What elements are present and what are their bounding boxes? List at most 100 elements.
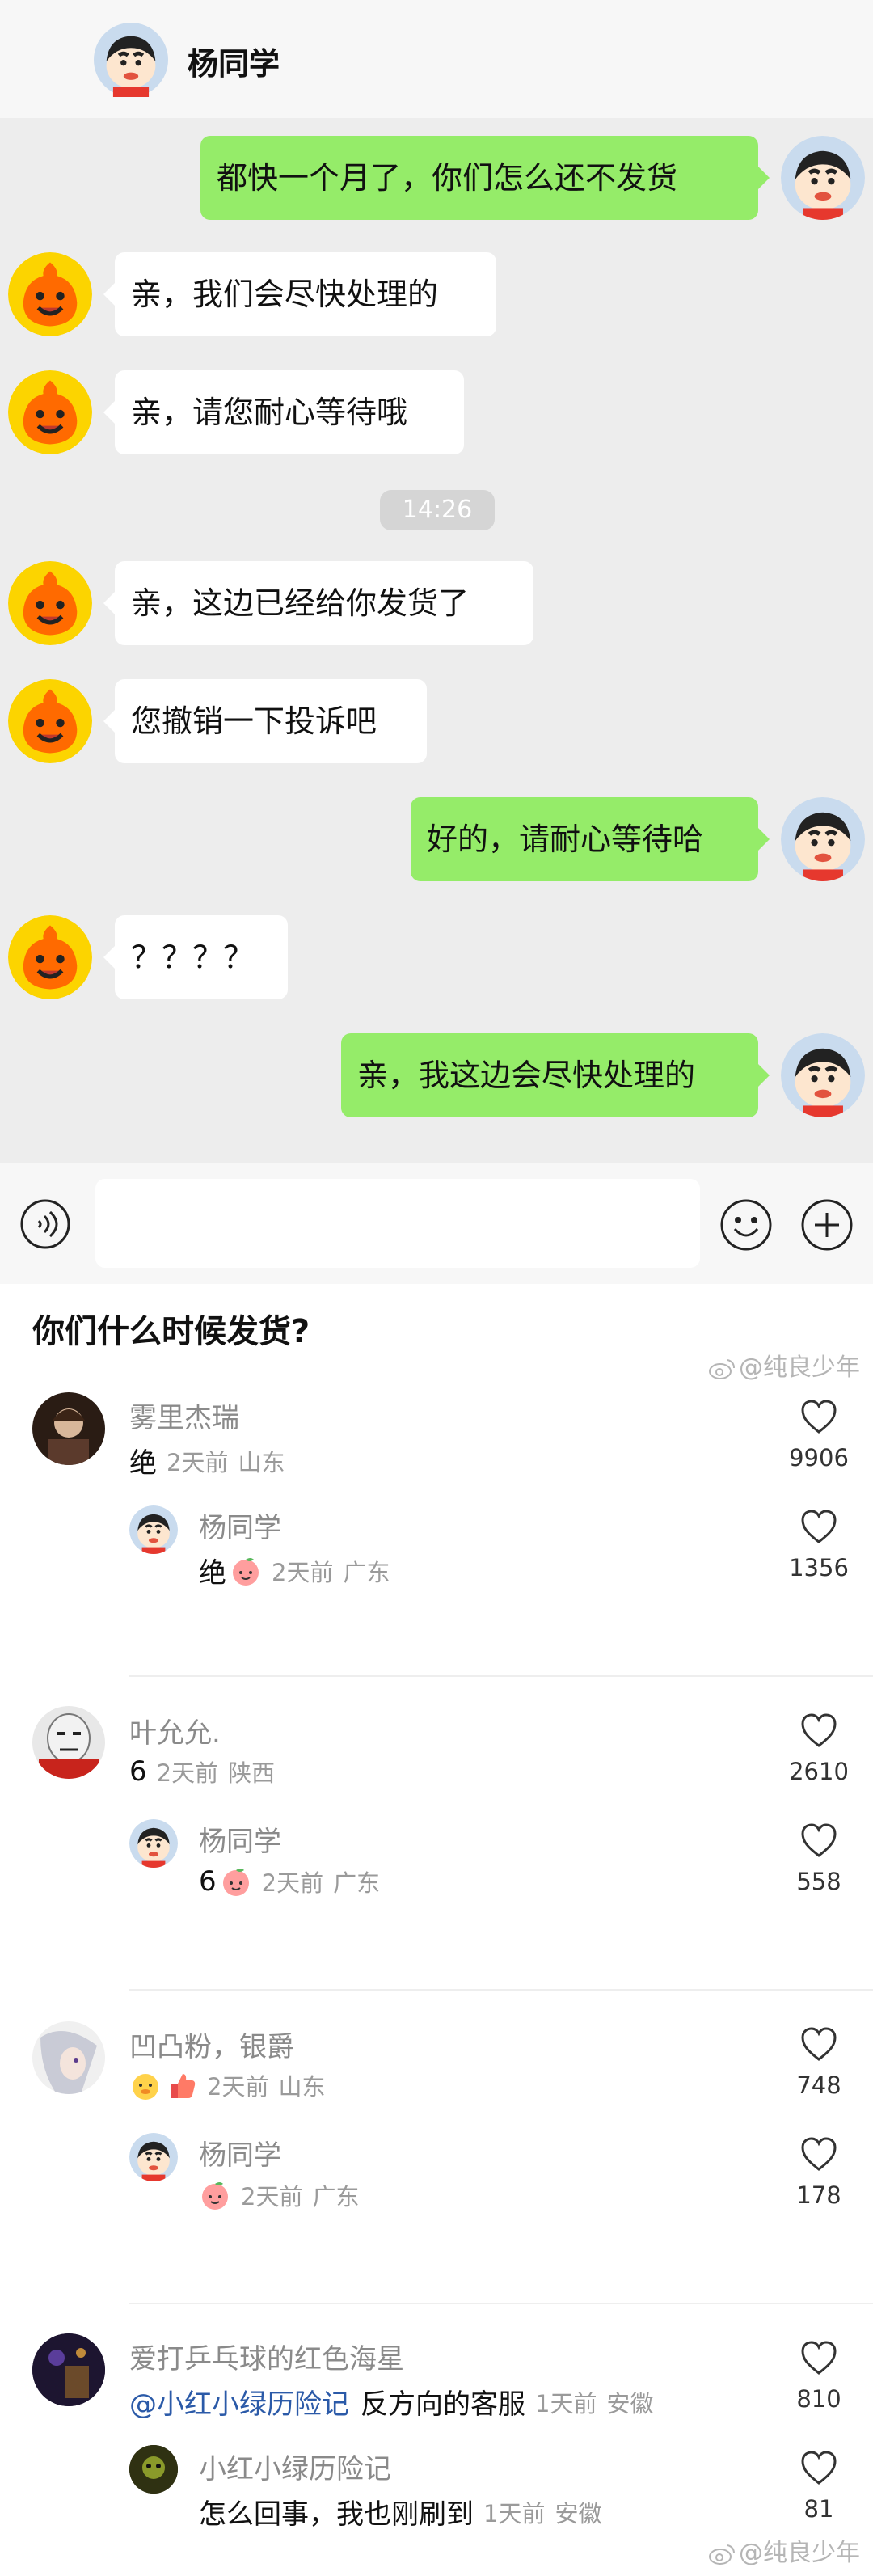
contact-avatar[interactable] [94,23,168,97]
message-row: 您撤销一下投诉吧 [0,679,873,763]
peach-emoji-icon [199,2179,231,2211]
commenter-avatar[interactable] [32,2021,105,2094]
message-row: ？？？？ [0,915,873,999]
comment-location: 山东 [238,1448,285,1476]
weibo-icon [709,1358,735,1379]
reply-body[interactable]: 2天前 广东 [199,2178,359,2212]
chat-timestamp: 14:26 [380,490,495,530]
reply-avatar[interactable] [129,2133,178,2181]
reply-text: 怎么回事，我也刚刷到 [199,2498,474,2531]
message-input[interactable] [95,1179,700,1268]
message-bubble-incoming[interactable]: 您撤销一下投诉吧 [103,679,427,763]
commenter-avatar[interactable] [32,2333,105,2406]
like-heart-icon[interactable] [800,2340,837,2375]
like-heart-icon[interactable] [800,1399,837,1434]
message-row: 亲，请您耐心等待哦 [0,370,873,454]
my-avatar[interactable] [781,1033,865,1117]
reply-location: 广东 [312,2183,360,2211]
reply-avatar[interactable] [129,1819,178,1868]
message-bubble-incoming[interactable]: 亲，这边已经给你发货了 [103,561,534,645]
comment-location: 安徽 [606,2389,654,2418]
comment-text: 反方向的客服 [361,2388,525,2421]
comment-body[interactable]: 绝 2天前 山东 [129,1441,285,1480]
my-avatar[interactable] [781,136,865,220]
like-heart-icon[interactable] [800,1712,837,1748]
reply-body[interactable]: 绝 2天前 广东 [199,1551,390,1590]
peach-emoji-icon [220,1865,252,1898]
comment-body[interactable]: 6 2天前 陕西 [129,1755,275,1788]
commenter-name[interactable]: 叶允允. [129,1711,221,1750]
emoji-icon[interactable] [719,1198,773,1252]
reply-user-name[interactable]: 杨同学 [199,1819,281,1859]
chat-header: 杨同学 [0,0,873,118]
chat-message-list[interactable]: 都快一个月了，你们怎么还不发货 亲，我们会尽快处理的 亲，请您耐心等待哦 14:… [0,118,873,1163]
message-bubble-outgoing[interactable]: 都快一个月了，你们怎么还不发货 [200,136,770,220]
watermark-text: @纯良少年 [739,1353,860,1382]
mention-link[interactable]: @小红小绿历险记 [129,2382,349,2422]
duck-emoji-icon [133,2074,158,2100]
watermark: @纯良少年 [708,2532,860,2568]
like-count: 558 [796,1868,841,1895]
reply-time: 2天前 [261,1869,324,1897]
message-row: 亲，我们会尽快处理的 [0,252,873,336]
like-count: 2610 [789,1758,849,1785]
reply-body[interactable]: 6 2天前 广东 [199,1864,380,1898]
comment-location: 山东 [278,2073,326,2101]
my-avatar[interactable] [781,797,865,881]
reply-user-name[interactable]: 杨同学 [199,1505,281,1545]
reply-user-name[interactable]: 杨同学 [199,2133,281,2173]
commenter-avatar[interactable] [32,1392,105,1465]
shop-avatar[interactable] [8,252,92,336]
like-count: 81 [803,2495,834,2523]
comment-body[interactable]: 2天前 山东 [129,2068,325,2102]
reply-time: 1天前 [483,2499,546,2527]
message-bubble-incoming[interactable]: 亲，请您耐心等待哦 [103,370,464,454]
shop-avatar[interactable] [8,561,92,645]
comment-text: 6 [129,1755,147,1788]
message-row: 亲，我这边会尽快处理的 [0,1033,873,1117]
message-row: 亲，这边已经给你发货了 [0,561,873,645]
message-row: 好的，请耐心等待哈 [0,797,873,881]
plus-icon[interactable] [800,1198,854,1252]
reply-body[interactable]: 怎么回事，我也刚刷到 1天前 安徽 [199,2492,601,2532]
message-bubble-outgoing[interactable]: 亲，我这边会尽快处理的 [341,1033,770,1117]
like-heart-icon[interactable] [800,1822,837,1858]
message-bubble-incoming[interactable]: ？？？？ [103,915,288,999]
reply-location: 安徽 [555,2499,602,2527]
commenter-name[interactable]: 凹凸粉，银爵 [129,2025,294,2064]
like-count: 178 [796,2181,841,2209]
commenter-name[interactable]: 爱打乒乓球的红色海星 [129,2337,404,2376]
reply-text: 绝 [199,1557,226,1590]
post-title: 你们什么时候发货? [32,1313,310,1350]
comment-body[interactable]: @小红小绿历险记 反方向的客服 1天前 安徽 [129,2382,653,2422]
reply-time: 2天前 [241,2183,303,2211]
comment-text: 绝 [129,1447,157,1480]
like-heart-icon[interactable] [800,2450,837,2485]
chat-input-bar [0,1163,873,1284]
comment-divider [129,2303,873,2304]
comment-divider [129,1675,873,1677]
reply-avatar[interactable] [129,2445,178,2494]
message-bubble-outgoing[interactable]: 好的，请耐心等待哈 [411,797,770,881]
shop-avatar[interactable] [8,679,92,763]
like-heart-icon[interactable] [800,2136,837,2172]
commenter-avatar[interactable] [32,1706,105,1779]
reply-location: 广东 [333,1869,381,1897]
like-heart-icon[interactable] [800,2026,837,2062]
like-heart-icon[interactable] [800,1509,837,1544]
like-count: 748 [796,2071,841,2099]
comment-time: 2天前 [167,1448,229,1476]
shop-avatar[interactable] [8,915,92,999]
reply-user-name[interactable]: 小红小绿历险记 [199,2447,391,2486]
reply-avatar[interactable] [129,1505,178,1554]
comment-time: 1天前 [535,2389,597,2418]
like-count: 1356 [789,1554,849,1581]
voice-icon[interactable] [19,1198,71,1250]
commenter-name[interactable]: 雾里杰瑞 [129,1396,239,1435]
message-bubble-incoming[interactable]: 亲，我们会尽快处理的 [103,252,496,336]
shop-avatar[interactable] [8,370,92,454]
comment-time: 2天前 [156,1759,219,1787]
thumbs-up-emoji-icon [171,2074,196,2098]
watermark-text: @纯良少年 [739,2539,860,2567]
chat-title: 杨同学 [188,46,280,82]
